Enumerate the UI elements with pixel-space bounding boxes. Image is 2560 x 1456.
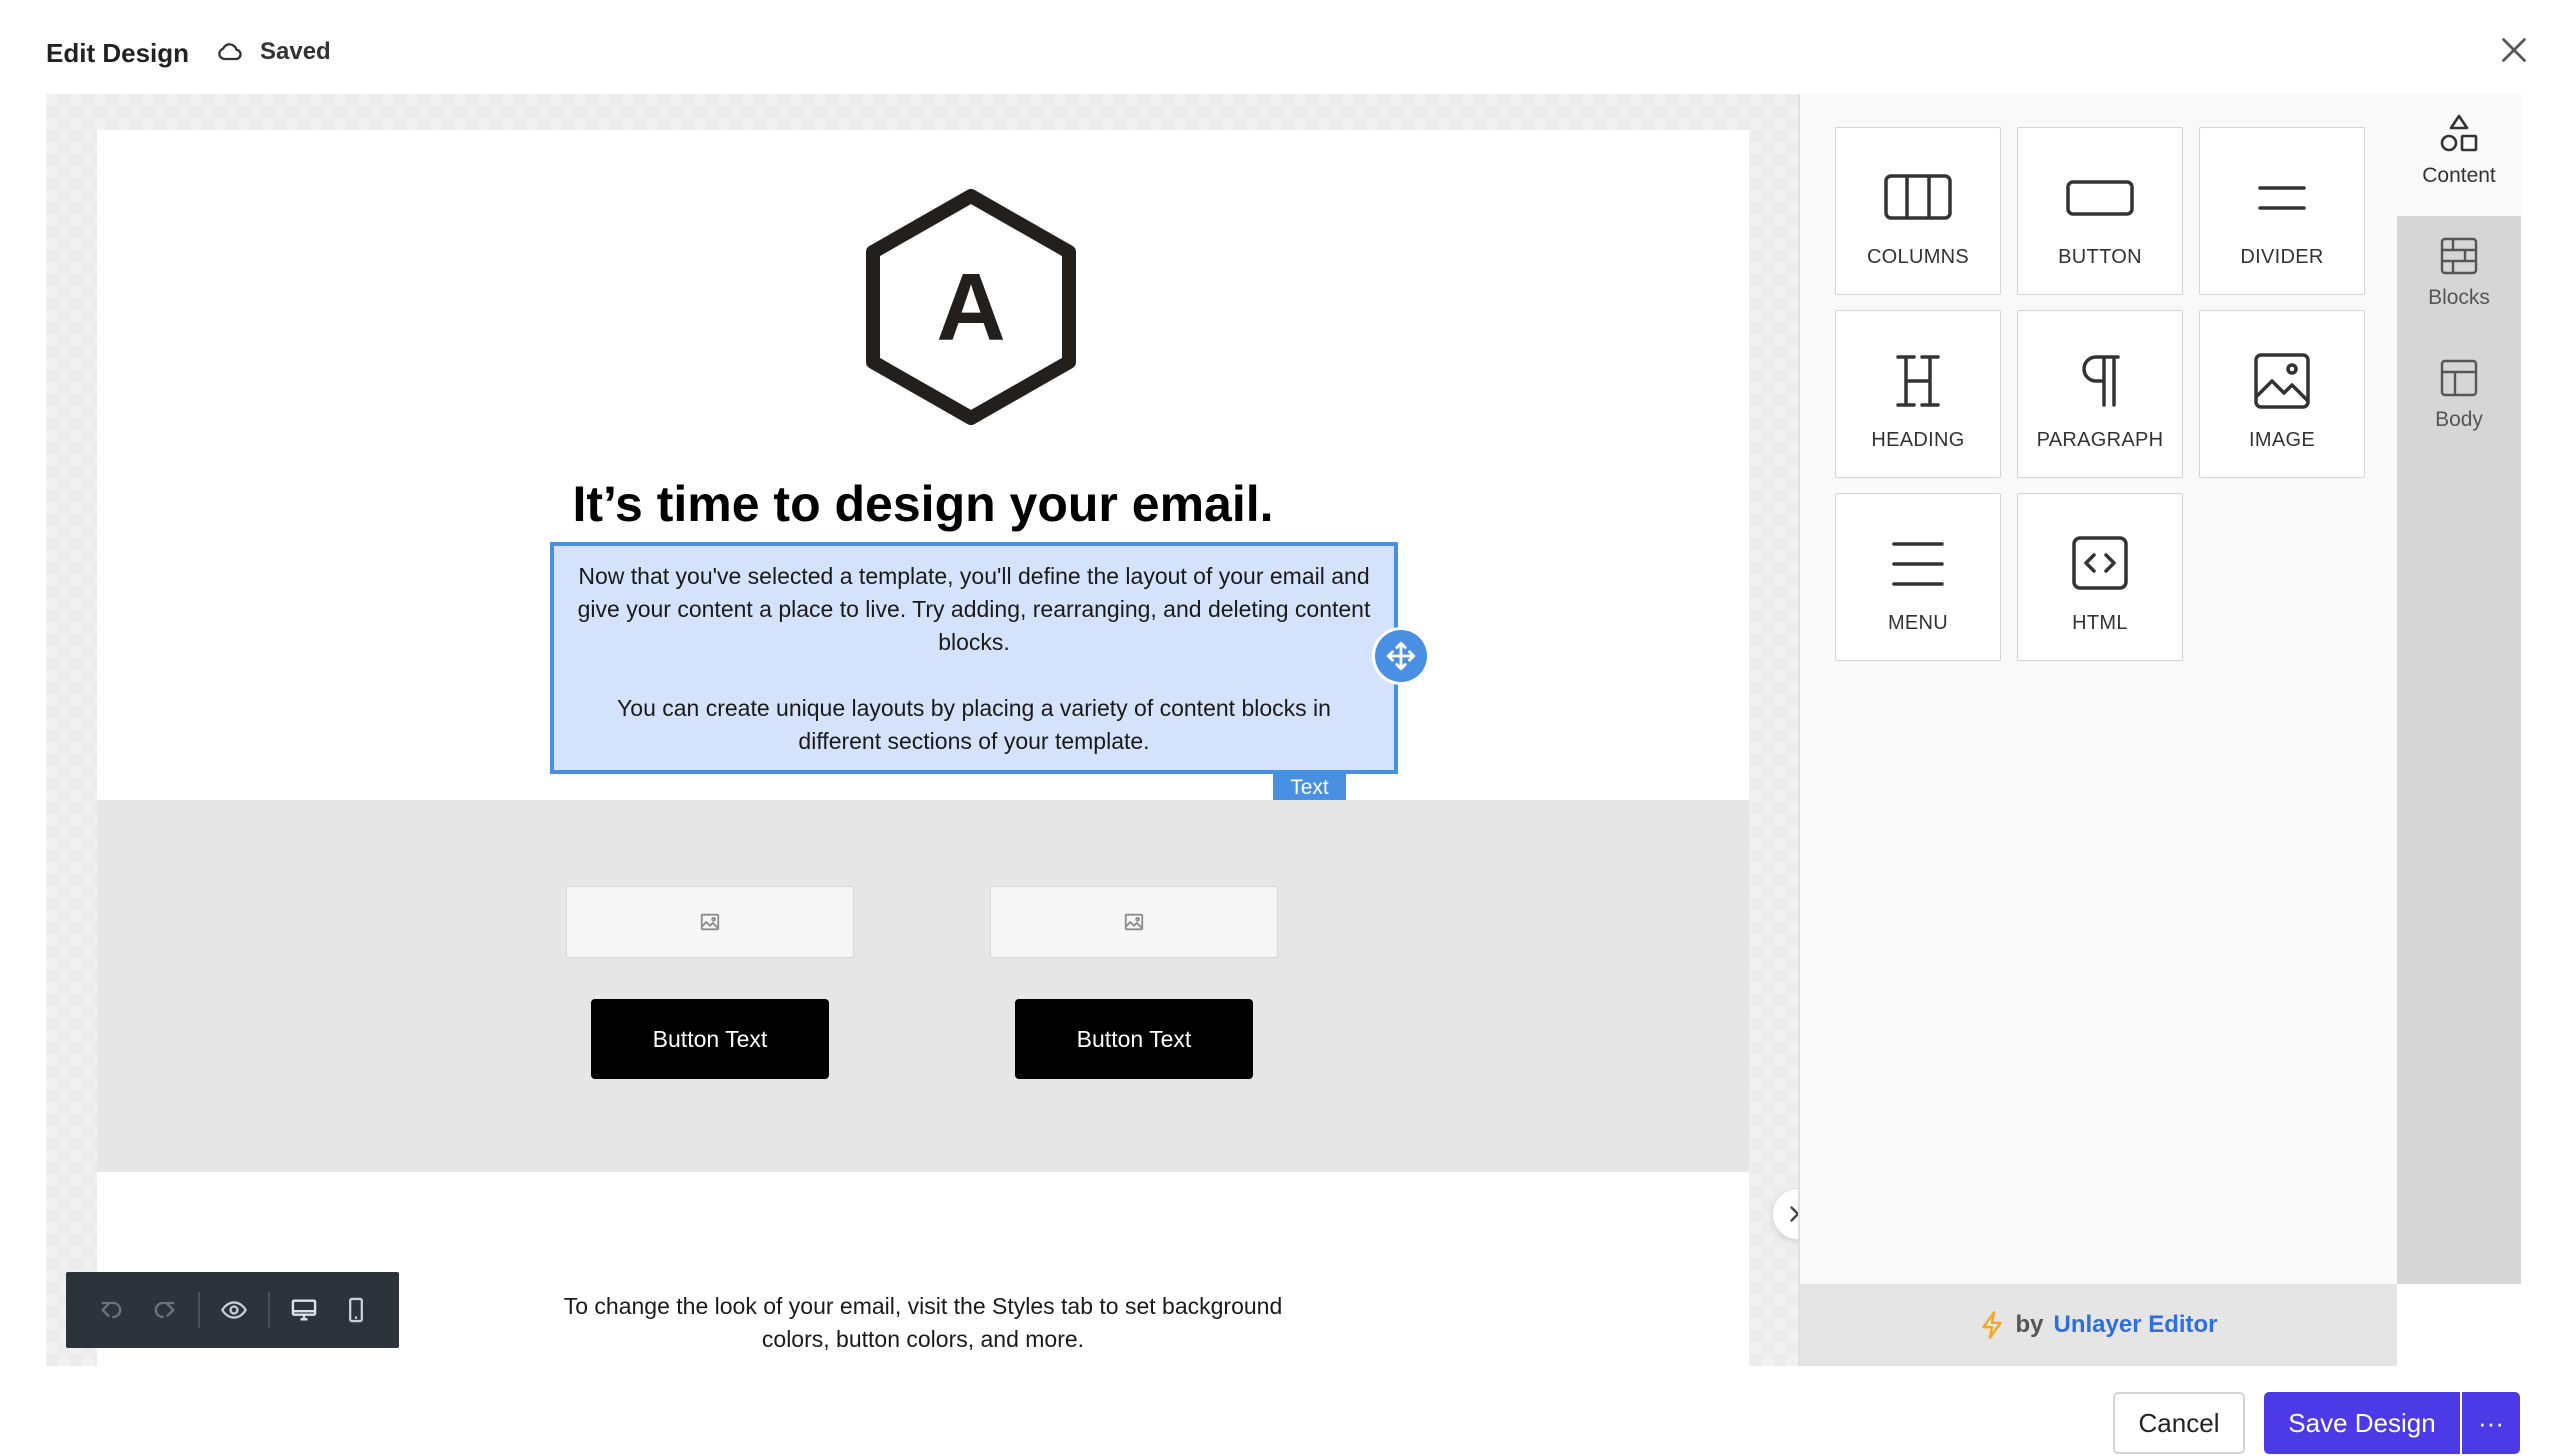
email-button[interactable]: Button Text <box>1015 999 1253 1079</box>
button-icon <box>2066 180 2134 216</box>
redo-icon <box>154 1301 175 1319</box>
tool-button[interactable]: BUTTON <box>2017 127 2183 295</box>
save-design-button[interactable]: Save Design <box>2264 1392 2460 1454</box>
close-button[interactable] <box>2496 32 2532 68</box>
tab-body[interactable]: Body <box>2397 338 2521 460</box>
redo-button[interactable] <box>138 1284 190 1336</box>
divider-icon <box>2258 186 2306 210</box>
close-icon <box>2502 38 2526 62</box>
email-button[interactable]: Button Text <box>591 999 829 1079</box>
layout-icon <box>2440 359 2478 397</box>
tab-label: Body <box>2435 408 2483 431</box>
blocks-icon <box>2440 237 2478 275</box>
tool-label: HEADING <box>1871 429 1965 451</box>
tab-label: Content <box>2422 164 2496 187</box>
image-icon <box>2254 353 2310 409</box>
image-placeholder[interactable] <box>990 886 1278 958</box>
shapes-icon <box>2440 114 2478 152</box>
tool-label: BUTTON <box>2058 246 2142 268</box>
toolbar-divider <box>198 1292 200 1328</box>
more-options-button[interactable]: ··· <box>2462 1392 2520 1454</box>
email-section-top[interactable]: A It’s time to design your email. Now th… <box>97 130 1749 800</box>
panel-tabs: Content Blocks Body <box>2383 94 2521 1284</box>
save-status-label: Saved <box>260 38 331 65</box>
text-paragraph-1: Now that you've selected a template, you… <box>577 563 1371 655</box>
tool-paragraph[interactable]: PARAGRAPH <box>2017 310 2183 478</box>
logo-hexagon-icon[interactable]: A <box>859 182 1083 432</box>
logo-letter: A <box>936 254 1005 361</box>
tool-label: MENU <box>1887 612 1949 634</box>
text-paragraph-2: You can create unique layouts by placing… <box>617 695 1331 754</box>
email-section-columns[interactable]: Button Text Button Text <box>97 800 1749 1172</box>
move-handle[interactable] <box>1375 630 1427 682</box>
lightning-icon <box>1982 1310 2003 1340</box>
tool-heading[interactable]: HEADING <box>1835 310 2001 478</box>
undo-button[interactable] <box>86 1284 138 1336</box>
active-tab-notch <box>2383 142 2397 170</box>
powered-by-footer: by Unlayer Editor <box>1800 1284 2397 1366</box>
menu-icon <box>1892 542 1944 586</box>
toolbar-divider <box>268 1292 270 1328</box>
tab-label: Blocks <box>2428 286 2490 309</box>
tab-content[interactable]: Content <box>2383 94 2521 216</box>
content-tools-panel: COLUMNS BUTTON DIVIDER HEADING PARAGRAPH… <box>1798 94 2397 1366</box>
mobile-view-button[interactable] <box>330 1284 382 1336</box>
tool-menu[interactable]: MENU <box>1835 493 2001 661</box>
columns-icon <box>1884 174 1952 220</box>
desktop-icon <box>291 1299 317 1321</box>
email-preview: A It’s time to design your email. Now th… <box>97 130 1749 1366</box>
modal-header: Edit Design Saved <box>0 0 2560 94</box>
tool-label: COLUMNS <box>1866 246 1970 268</box>
preview-button[interactable] <box>208 1284 260 1336</box>
mobile-icon <box>349 1297 363 1323</box>
tool-label: DIVIDER <box>2240 246 2324 268</box>
image-placeholder[interactable] <box>566 886 854 958</box>
tool-image[interactable]: IMAGE <box>2199 310 2365 478</box>
editor-toolbar <box>66 1272 399 1348</box>
email-headline[interactable]: It’s time to design your email. <box>97 475 1749 533</box>
by-label: by <box>2015 1311 2044 1338</box>
tool-label: HTML <box>2072 612 2128 634</box>
tool-html[interactable]: HTML <box>2017 493 2183 661</box>
paragraph-icon <box>2082 355 2120 407</box>
selected-text-block[interactable]: Now that you've selected a template, you… <box>550 542 1398 774</box>
html-icon <box>2072 536 2128 590</box>
cancel-button[interactable]: Cancel <box>2113 1392 2245 1454</box>
save-status: Saved <box>216 38 331 66</box>
undo-icon <box>101 1301 122 1319</box>
move-icon <box>1386 641 1416 671</box>
tool-columns[interactable]: COLUMNS <box>1835 127 2001 295</box>
eye-icon <box>221 1301 247 1319</box>
modal-title: Edit Design <box>46 38 190 68</box>
design-canvas[interactable]: A It’s time to design your email. Now th… <box>46 94 1798 1366</box>
cloud-icon <box>218 43 242 61</box>
image-icon <box>700 913 720 931</box>
heading-icon <box>1896 355 1940 407</box>
unlayer-link[interactable]: Unlayer Editor <box>2053 1311 2217 1339</box>
image-icon <box>1124 913 1144 931</box>
tab-blocks[interactable]: Blocks <box>2397 216 2521 338</box>
tool-label: IMAGE <box>2249 429 2315 451</box>
tool-label: PARAGRAPH <box>2036 429 2164 451</box>
desktop-view-button[interactable] <box>278 1284 330 1336</box>
tool-divider[interactable]: DIVIDER <box>2199 127 2365 295</box>
